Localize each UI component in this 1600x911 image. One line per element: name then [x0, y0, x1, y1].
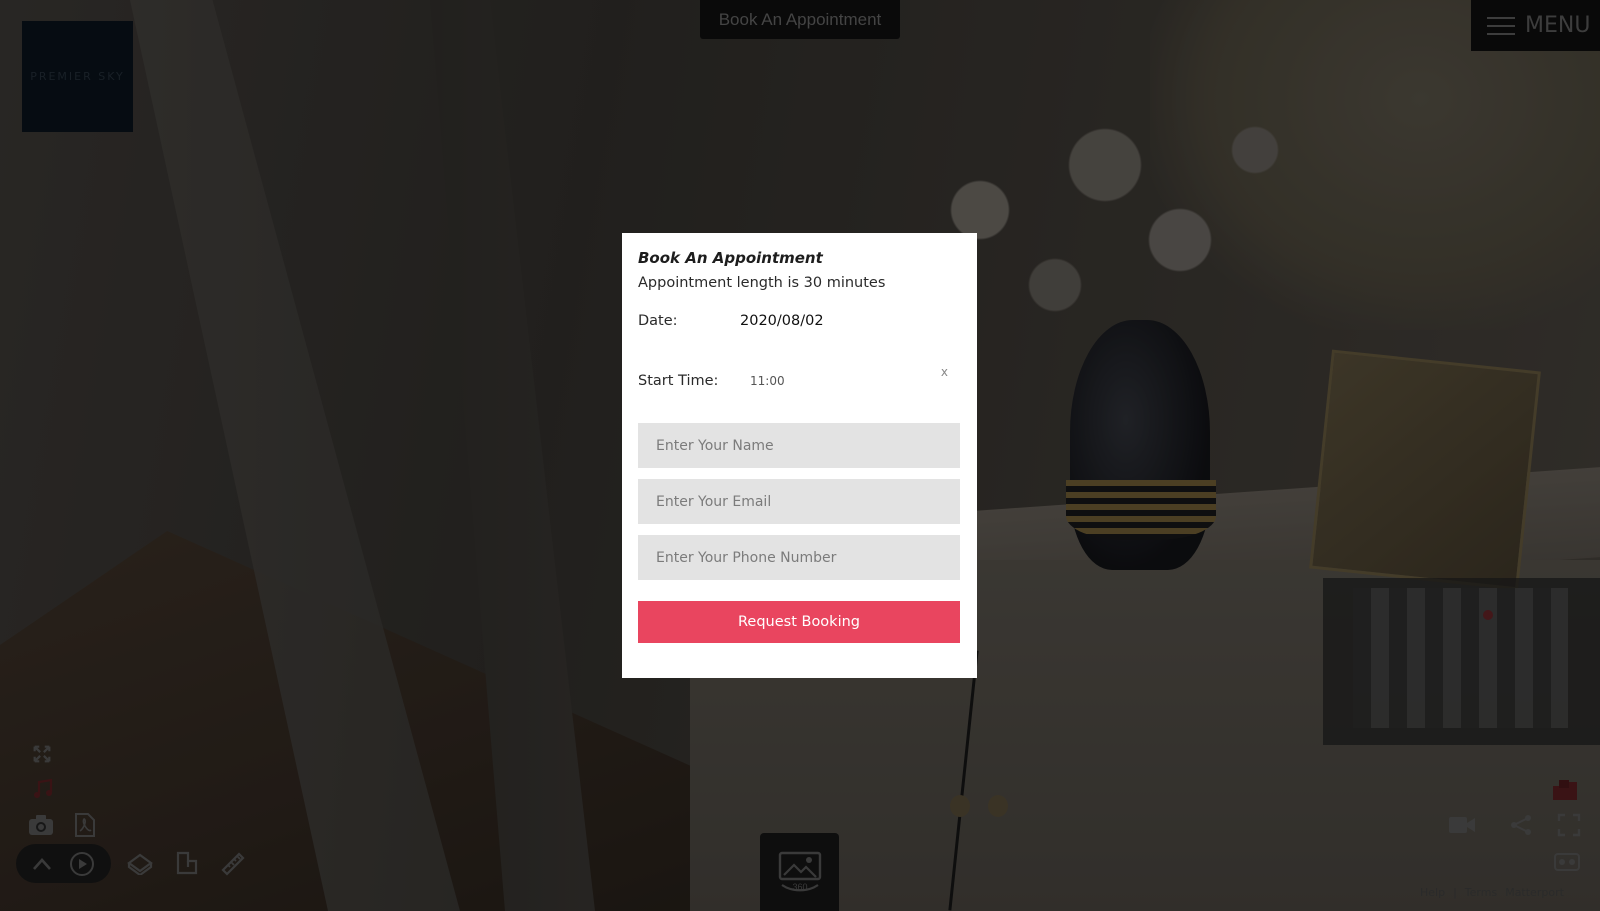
clear-time-button[interactable]: x	[941, 365, 948, 379]
date-label: Date:	[638, 313, 678, 329]
appointment-length-text: Appointment length is 30 minutes	[638, 275, 886, 291]
date-row: Date: 2020/08/02	[638, 313, 824, 329]
start-time-value[interactable]: 11:00	[750, 374, 785, 388]
booking-modal: Book An Appointment Appointment length i…	[622, 233, 977, 678]
phone-field[interactable]	[638, 535, 960, 580]
modal-title: Book An Appointment	[638, 249, 823, 267]
request-booking-button[interactable]: Request Booking	[638, 601, 960, 643]
name-field[interactable]	[638, 423, 960, 468]
start-time-label: Start Time:	[638, 373, 719, 389]
date-value[interactable]: 2020/08/02	[740, 313, 824, 329]
start-time-row: Start Time: 11:00	[638, 373, 785, 389]
email-field[interactable]	[638, 479, 960, 524]
